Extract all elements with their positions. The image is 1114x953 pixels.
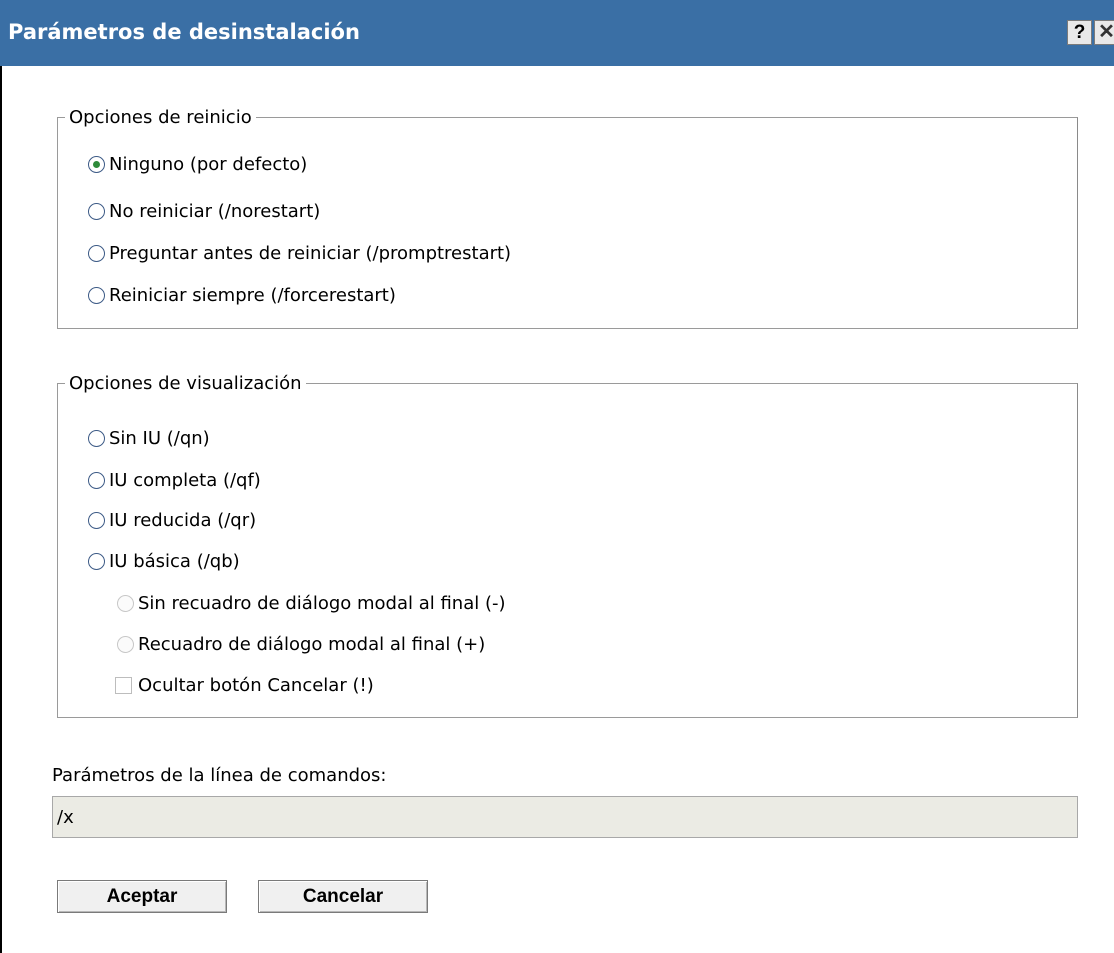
checkbox-label: Ocultar botón Cancelar (!): [138, 674, 374, 696]
radio-label: Recuadro de diálogo modal al final (+): [138, 633, 486, 655]
radio-label: IU reducida (/qr): [109, 509, 257, 531]
radio-label: Preguntar antes de reiniciar (/promptres…: [109, 242, 512, 264]
checkbox[interactable]: [115, 676, 132, 694]
radio-none[interactable]: Ninguno (por defecto): [88, 150, 307, 178]
radio-modal-none[interactable]: Sin recuadro de diálogo modal al final (…: [117, 589, 506, 617]
cancel-button[interactable]: Cancelar: [258, 880, 428, 913]
display-options-legend: Opciones de visualización: [69, 373, 302, 394]
radio-label: Sin IU (/qn): [109, 427, 210, 449]
radio-forcerestart[interactable]: Reiniciar siempre (/forcerestart): [88, 281, 396, 309]
radio-button-disabled[interactable]: [117, 594, 134, 612]
radio-label: Ninguno (por defecto): [109, 153, 308, 175]
checkbox-hide-cancel[interactable]: Ocultar botón Cancelar (!): [115, 671, 374, 699]
radio-label: IU completa (/qf): [109, 469, 261, 491]
radio-button[interactable]: [88, 511, 105, 529]
help-icon[interactable]: ?: [1067, 20, 1092, 45]
dialog-border: [0, 66, 2, 953]
restart-options-legend: Opciones de reinicio: [69, 107, 252, 128]
radio-qb[interactable]: IU básica (/qb): [88, 547, 240, 575]
radio-button[interactable]: [88, 471, 105, 489]
radio-qr[interactable]: IU reducida (/qr): [88, 506, 256, 534]
radio-button[interactable]: [88, 286, 105, 304]
accept-button[interactable]: Aceptar: [57, 880, 227, 913]
radio-button[interactable]: [88, 202, 105, 220]
radio-button-selected[interactable]: [88, 155, 105, 173]
radio-label: IU básica (/qb): [109, 550, 240, 572]
dialog-title: Parámetros de desinstalación: [8, 20, 360, 44]
radio-button-disabled[interactable]: [117, 635, 134, 653]
dialog-titlebar: Parámetros de desinstalación ? ✕: [0, 0, 1114, 66]
radio-label: Sin recuadro de diálogo modal al final (…: [138, 592, 506, 614]
radio-button[interactable]: [88, 244, 105, 262]
close-icon[interactable]: ✕: [1094, 20, 1114, 45]
radio-label: Reiniciar siempre (/forcerestart): [109, 284, 396, 306]
command-line-input[interactable]: [52, 796, 1078, 838]
radio-qf[interactable]: IU completa (/qf): [88, 466, 261, 494]
radio-norestart[interactable]: No reiniciar (/norestart): [88, 197, 320, 225]
radio-modal-end[interactable]: Recuadro de diálogo modal al final (+): [117, 630, 485, 658]
radio-label: No reiniciar (/norestart): [109, 200, 321, 222]
display-options-group: Opciones de visualización: [57, 373, 1078, 718]
radio-button[interactable]: [88, 429, 105, 447]
radio-button[interactable]: [88, 552, 105, 570]
command-line-label: Parámetros de la línea de comandos:: [52, 765, 387, 786]
radio-promptrestart[interactable]: Preguntar antes de reiniciar (/promptres…: [88, 239, 511, 267]
radio-qn[interactable]: Sin IU (/qn): [88, 424, 210, 452]
